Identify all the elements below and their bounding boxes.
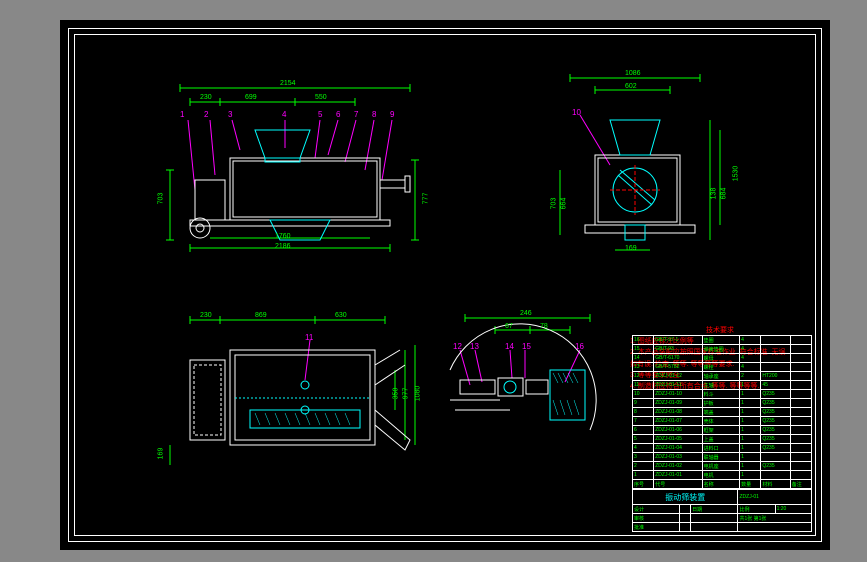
bom-row: 10ZDZJ-01-10料斗1Q235 [633,390,812,399]
bom-row: 16GB/T-97-1垫圈4 [633,336,812,345]
balloon-6: 6 [336,110,340,119]
dim-v2-b: 169 [625,245,637,252]
dim-v4-ow: 246 [520,310,532,317]
bom-row: 1ZDZJ-01-01电机1 [633,471,812,480]
bom-row: 3ZDZJ-01-03联轴器1 [633,453,812,462]
balloon-2: 2 [204,110,208,119]
dim-v1-overall-w: 2154 [280,80,296,87]
stage: 2154 230 699 550 703 777 2186 1760 1 2 3… [0,0,867,562]
balloon-4: 4 [282,110,286,119]
dim-v4-d2: 78 [540,323,548,330]
bom-table: 16GB/T-97-1垫圈415GB/T-93弹簧垫圈414GB/T-6170螺… [632,335,812,489]
bom-header: 序号代号名称数量材料备注 [633,480,812,489]
balloon-10: 10 [572,108,581,117]
bom-row: 5ZDZJ-01-05上盖1Q235 [633,435,812,444]
bom-row: 13GB/T-5782螺栓4 [633,363,812,372]
dim-v2-iw: 602 [625,83,637,90]
balloon-1: 1 [180,110,184,119]
dim-v2-lh: 703 [550,198,557,210]
bom-row: 14GB/T-6170螺母4 [633,354,812,363]
title-block: 振动筛装置ZDZJ-01 设计日期比例1:20 审核共1张 第1张 批准 [632,489,812,532]
bom-row: 2ZDZJ-01-02电机座1Q235 [633,462,812,471]
dim-v3-d1: 230 [200,312,212,319]
dim-v1-rh: 777 [422,193,429,205]
drawing-sheet: 2154 230 699 550 703 777 2186 1760 1 2 3… [60,20,830,550]
dim-v3-h1: 977 [402,388,409,400]
balloon-5: 5 [318,110,322,119]
balloon-9: 9 [390,110,394,119]
bom-row: 15GB/T-93弹簧垫圈4 [633,345,812,354]
balloon-15: 15 [522,342,531,351]
bom-row: 11ZDZJ-01-11主轴145 [633,381,812,390]
dim-v1-d2: 699 [245,94,257,101]
bom-row: 9ZDZJ-01-09护板1Q235 [633,399,812,408]
dim-v3-h3: 1080 [414,386,421,402]
view-plan [160,310,420,490]
bom-row: 7ZDZJ-01-07壳体1Q235 [633,417,812,426]
dim-v1-lh: 703 [157,193,164,205]
drawing-title: 振动筛装置 [633,490,738,505]
dim-v4-d1: 67 [505,323,513,330]
balloon-11: 11 [305,333,313,342]
dim-v2-r1: 138 [710,188,717,200]
balloon-13: 13 [470,342,479,351]
dim-v1-bw: 2186 [275,243,291,250]
dim-v2-lb: 664 [560,198,567,210]
dim-v2-r2: 684 [720,188,727,200]
dim-v1-iw: 1760 [275,233,291,240]
balloon-12: 12 [453,342,462,351]
bom-row: 12ZDZJ-01-12轴承座2HT200 [633,372,812,381]
drawing-number: ZDZJ-01 [738,490,812,505]
view-detail [440,310,610,470]
view-side-elevation [540,70,740,270]
dim-v3-d2: 869 [255,312,267,319]
bom-row: 4ZDZJ-01-04进料口1Q235 [633,444,812,453]
bom-row: 8ZDZJ-01-08端盖1Q235 [633,408,812,417]
dim-v2-ow: 1086 [625,70,641,77]
dim-v2-rh: 1530 [732,166,739,182]
balloon-14: 14 [505,342,514,351]
dim-v1-d1: 230 [200,94,212,101]
balloon-7: 7 [354,110,358,119]
dim-v3-d3: 630 [335,312,347,319]
dim-v3-l: 169 [157,448,164,460]
bom-and-title-block: 16GB/T-97-1垫圈415GB/T-93弹簧垫圈414GB/T-6170螺… [632,335,812,532]
dim-v3-h2: 350 [392,388,399,400]
dim-v1-d3: 550 [315,94,327,101]
balloon-8: 8 [372,110,376,119]
balloon-3: 3 [228,110,232,119]
balloon-16: 16 [575,342,584,351]
bom-row: 6ZDZJ-01-06框架1Q235 [633,426,812,435]
